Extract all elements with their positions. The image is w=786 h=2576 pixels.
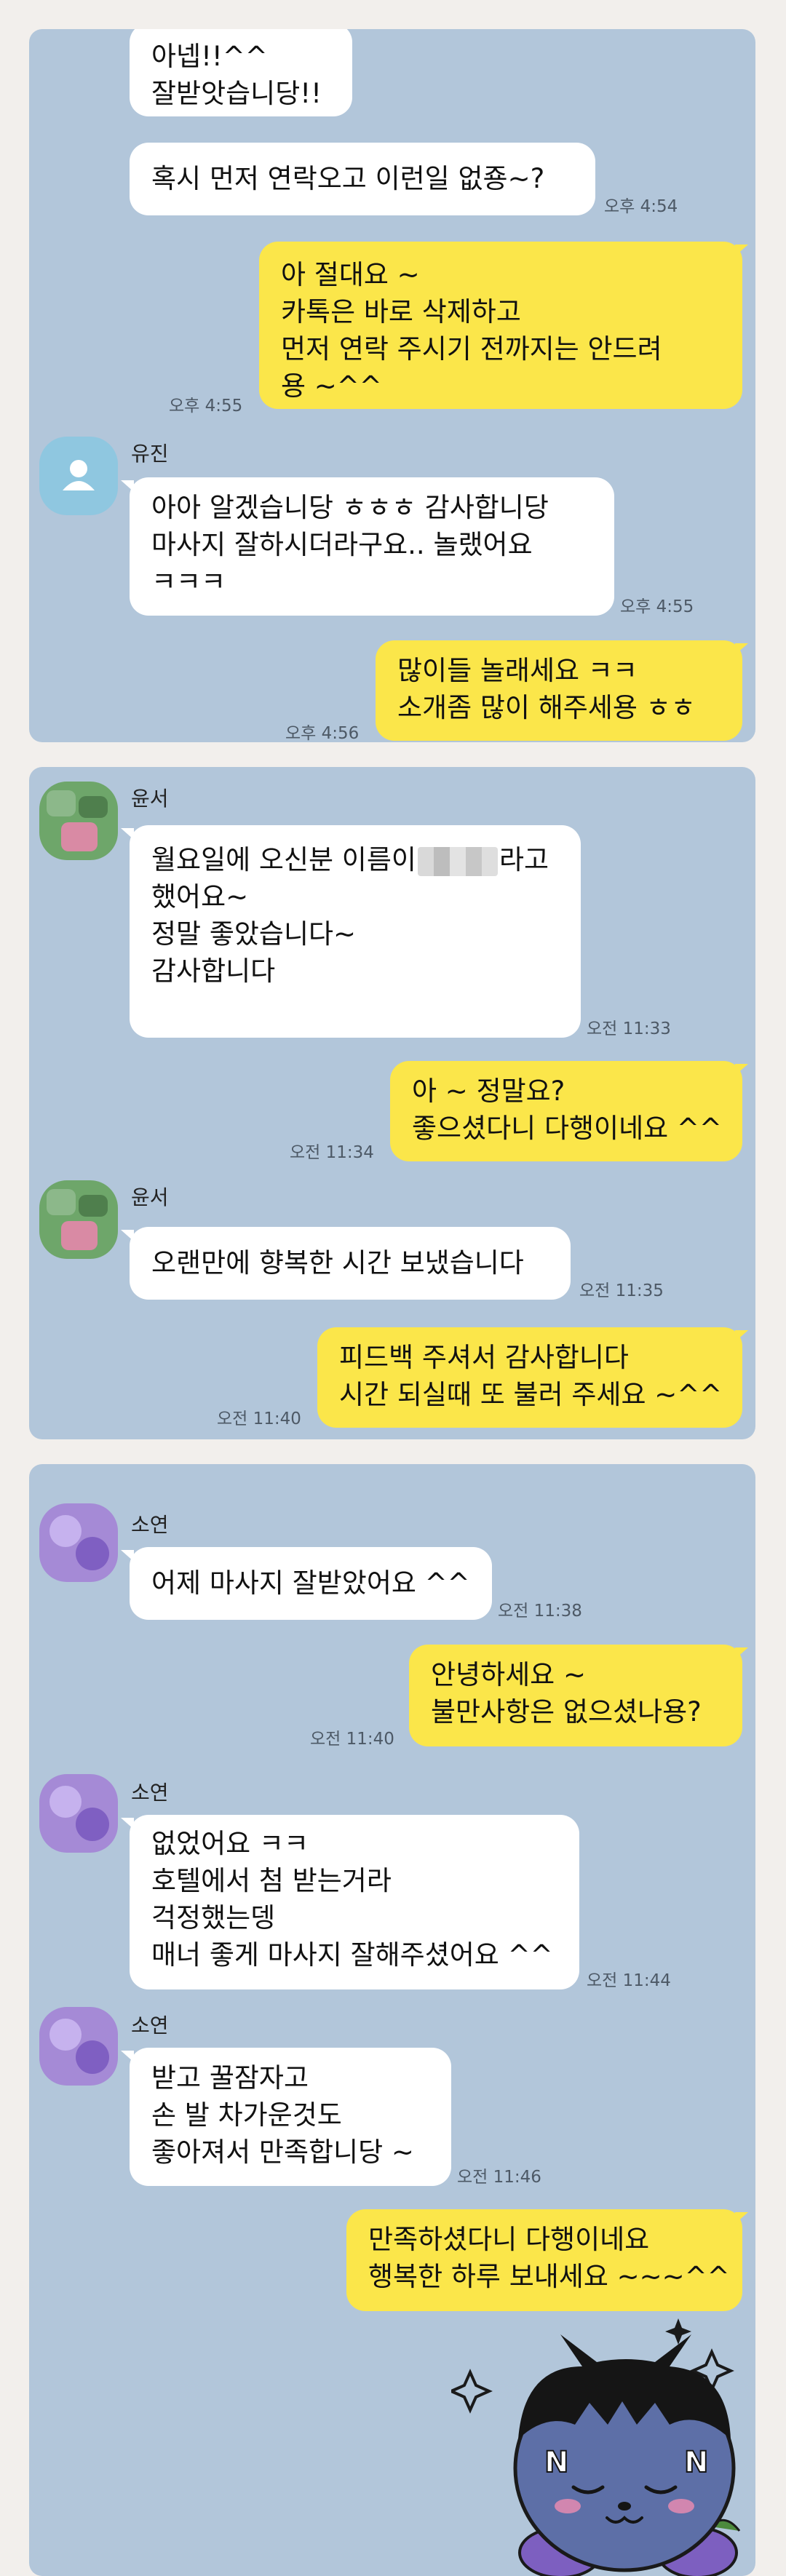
sender-name: 소연 [131,1513,169,1537]
message-line: 먼저 연락 주시기 전까지는 안드려 [281,333,662,365]
message-line: 걱정했는뎅 [151,1902,276,1933]
outgoing-message: 만족하셨다니 다행이네요 행복한 하루 보내세요 ~~~^^ [346,2209,742,2311]
message-time: 오전 11:46 [457,2168,541,2187]
incoming-message: 받고 꿀잠자고 손 발 차가운것도 좋아져서 만족합니당 ~ [130,2048,451,2186]
bubble-tail [735,643,748,655]
message-line: 했어요~ [151,881,249,913]
message-time: 오후 4:55 [620,597,694,616]
message-line: 아 ~ 정말요? [412,1076,565,1107]
message-text: 월요일에 오신분 이름이 [151,844,416,875]
message-line: 아 절대요 ~ [281,259,420,290]
incoming-message: 아아 알겠습니당 ㅎㅎㅎ 감사합니당 마사지 잘하시더라구요.. 놀랬어요 ㅋㅋ… [130,477,614,616]
message-line: 용 ~^^ [281,370,382,402]
message-line: ㅋㅋㅋ [151,566,226,597]
message-line: 어제 마사지 잘받았어요 ^^ [151,1567,470,1599]
message-line: 좋아져서 만족합니당 ~ [151,2136,414,2168]
bubble-tail [735,1064,748,1076]
avatar[interactable] [39,782,118,860]
bubble-tail [121,1550,134,1562]
message-line: 호텔에서 첨 받는거라 [151,1865,392,1896]
message-line: 시간 되실때 또 불러 주세요 ~^^ [339,1379,723,1410]
message-line: 손 발 차가운것도 [151,2099,342,2131]
outgoing-message: 아 ~ 정말요? 좋으셨다니 다행이네요 ^^ [390,1061,742,1161]
sender-name: 소연 [131,2014,169,2038]
bubble-tail [121,828,134,840]
outgoing-message: 피드백 주셔서 감사합니다 시간 되실때 또 불러 주세요 ~^^ [317,1327,742,1428]
message-line: 마사지 잘하시더라구요.. 놀랬어요 [151,529,533,560]
incoming-message: 월요일에 오신분 이름이 라고 했어요~ 정말 좋았습니다~ 감사합니다 [130,825,581,1038]
chat-screenshot-1: 아넵!!^^ 잘받앗습니당!! 혹시 먼저 연락오고 이런일 없죵~? 오후 4… [29,29,755,742]
message-time: 오후 4:54 [604,197,678,216]
message-time: 오전 11:35 [579,1281,664,1300]
message-line: 정말 좋았습니다~ [151,918,357,950]
incoming-message: 혹시 먼저 연락오고 이런일 없죵~? [130,143,595,215]
bubble-tail [121,2051,134,2062]
avatar[interactable] [39,1774,118,1853]
avatar[interactable] [39,2007,118,2086]
outgoing-message: 안녕하세요 ~ 불만사항은 없으셨나용? [409,1645,742,1746]
message-line: 안녕하세요 ~ [431,1659,586,1690]
chat-screenshot-2: 윤서 월요일에 오신분 이름이 라고 했어요~ 정말 좋았습니다~ 감사합니다 오… [29,767,755,1439]
bubble-tail [735,245,748,256]
message-time: 오후 4:56 [285,724,360,742]
cartoon-character-sticker: N N [451,2318,741,2576]
message-line: 매너 좋게 마사지 잘해주셨어요 ^^ [151,1939,553,1971]
sender-name: 유진 [131,442,169,466]
message-line: 잘받앗습니당!! [151,78,322,109]
message-line: 만족하셨다니 다행이네요 [368,2224,650,2255]
bubble-tail [735,2212,748,2224]
message-line: 아아 알겠습니당 ㅎㅎㅎ 감사합니당 [151,492,549,523]
message-line: 카톡은 바로 삭제하고 [281,296,521,327]
message-line: 받고 꿀잠자고 [151,2062,309,2094]
message-line: 소개좀 많이 해주세용 ㅎㅎ [397,692,696,723]
message-line: 혹시 먼저 연락오고 이런일 없죵~? [151,163,545,194]
message-line: 없었어요 ㅋㅋ [151,1828,309,1859]
message-time: 오전 11:38 [498,1602,582,1621]
message-line: 아넵!!^^ [151,41,268,72]
outgoing-message: 많이들 놀래세요 ㅋㅋ 소개좀 많이 해주세용 ㅎㅎ [376,640,742,741]
message-time: 오후 4:55 [169,397,243,416]
message-time: 오전 11:40 [217,1410,301,1428]
chat-screenshot-3: 소연 어제 마사지 잘받았어요 ^^ 오전 11:38 안녕하세요 ~ 불만사항… [29,1464,755,2576]
sender-name: 소연 [131,1781,169,1805]
message-line: 불만사항은 없으셨나용? [431,1696,702,1728]
avatar[interactable] [39,1180,118,1259]
sender-name: 윤서 [131,787,169,811]
bubble-tail [121,480,134,492]
incoming-message: 어제 마사지 잘받았어요 ^^ [130,1547,492,1620]
message-line: 행복한 하루 보내세요 ~~~^^ [368,2261,730,2292]
sender-name: 윤서 [131,1185,169,1209]
bubble-tail [121,1230,134,1241]
bubble-tail [121,1818,134,1829]
message-time: 오전 11:34 [290,1143,374,1162]
message-line: 감사합니다 [151,955,276,987]
avatar[interactable] [39,437,118,515]
avatar[interactable] [39,1503,118,1582]
message-time: 오전 11:40 [310,1730,394,1749]
bubble-tail [735,1647,748,1659]
incoming-message: 아넵!!^^ 잘받앗습니당!! [130,29,352,116]
message-line: 오랜만에 향복한 시간 보냈습니다 [151,1247,524,1279]
message-time: 오전 11:33 [587,1019,671,1038]
message-text: 라고 [499,844,549,875]
message-line: 피드백 주셔서 감사합니다 [339,1342,629,1373]
svg-text:N: N [544,2446,568,2479]
message-time: 오전 11:44 [587,1971,671,1990]
message-line: 좋으셨다니 다행이네요 ^^ [412,1113,722,1144]
outgoing-message: 아 절대요 ~ 카톡은 바로 삭제하고 먼저 연락 주시기 전까지는 안드려 용… [259,242,742,409]
bubble-tail [735,1330,748,1342]
incoming-message: 오랜만에 향복한 시간 보냈습니다 [130,1227,571,1300]
censored-name [417,846,498,876]
svg-text:N: N [684,2446,708,2479]
message-line: 많이들 놀래세요 ㅋㅋ [397,655,638,686]
person-icon [63,460,95,490]
incoming-message: 없었어요 ㅋㅋ 호텔에서 첨 받는거라 걱정했는뎅 매너 좋게 마사지 잘해주셨… [130,1815,579,1989]
message-line: 월요일에 오신분 이름이 라고 [151,841,559,878]
